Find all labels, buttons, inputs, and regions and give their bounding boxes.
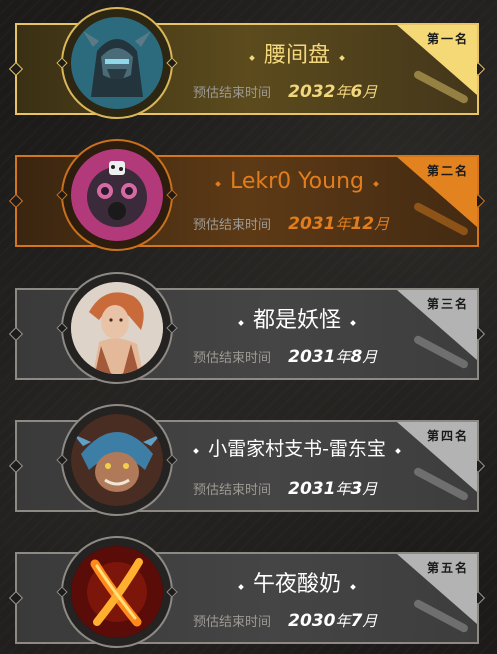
year-unit: 年 (335, 348, 351, 366)
avatar-frame (56, 404, 178, 516)
avatar-frame (56, 272, 178, 384)
fantasy-woman-icon[interactable] (71, 282, 163, 374)
name-ornament (238, 319, 244, 326)
year-unit: 年 (335, 480, 351, 498)
rank-label: 第二名 (426, 164, 469, 178)
player-name: Lekr0 Young (229, 169, 364, 194)
end-time-label: 预估结束时间 (193, 351, 272, 366)
end-month: 6 (350, 82, 363, 102)
rank-label: 第五名 (426, 561, 469, 575)
month-unit: 月 (362, 612, 378, 630)
rank-card-4[interactable]: 第四名 小雷家村支书-雷东宝 预估结束时间 2031年3月 (8, 404, 486, 516)
end-year: 2032 (288, 82, 336, 102)
gas-mask-icon[interactable] (71, 149, 163, 241)
rank-label: 第四名 (426, 429, 469, 443)
month-unit: 月 (362, 348, 378, 366)
end-time-label: 预估结束时间 (193, 615, 272, 630)
name-ornament (249, 54, 255, 61)
end-time-label: 预估结束时间 (193, 218, 272, 233)
end-year: 2031 (288, 347, 336, 367)
rank-card-1[interactable]: 第一名 腰间盘 预估结束时间 2032年6月 (8, 7, 486, 119)
rank-card-5[interactable]: 第五名 午夜酸奶 预估结束时间 2030年7月 (8, 536, 486, 648)
end-year: 2031 (288, 214, 336, 234)
rank-label: 第一名 (426, 32, 469, 46)
rank-card-3[interactable]: 第三名 都是妖怪 预估结束时间 2031年8月 (8, 272, 486, 384)
end-time-label: 预估结束时间 (193, 483, 272, 498)
hooded-goblin-icon[interactable] (71, 414, 163, 506)
end-time-label: 预估结束时间 (193, 86, 272, 101)
name-ornament (373, 180, 379, 187)
year-unit: 年 (335, 83, 351, 101)
fire-x-icon[interactable] (71, 546, 163, 638)
end-month: 12 (350, 214, 375, 234)
player-name: 午夜酸奶 (252, 572, 341, 597)
year-unit: 年 (335, 215, 351, 233)
end-month: 8 (350, 347, 363, 367)
month-unit: 月 (362, 480, 378, 498)
name-ornament (350, 319, 356, 326)
month-unit: 月 (362, 83, 378, 101)
avatar-frame (56, 536, 178, 648)
player-name: 腰间盘 (263, 43, 330, 68)
rank-label: 第三名 (426, 297, 469, 311)
player-name: 小雷家村支书-雷东宝 (208, 438, 386, 460)
end-month: 7 (350, 611, 363, 631)
rank-card-2[interactable]: 第二名 Lekr0 Young 预估结束时间 2031年12月 (8, 139, 486, 251)
end-month: 3 (350, 479, 363, 499)
avatar-frame (56, 7, 178, 119)
name-ornament (350, 583, 356, 590)
end-year: 2030 (288, 611, 336, 631)
player-name: 都是妖怪 (252, 308, 341, 333)
year-unit: 年 (335, 612, 351, 630)
avatar-frame (56, 139, 178, 251)
name-ornament (238, 583, 244, 590)
name-ornament (193, 447, 199, 454)
armored-hero-icon[interactable] (71, 17, 163, 109)
name-ornament (339, 54, 345, 61)
name-ornament (395, 447, 401, 454)
end-year: 2031 (288, 479, 336, 499)
name-ornament (215, 180, 221, 187)
month-unit: 月 (374, 215, 390, 233)
